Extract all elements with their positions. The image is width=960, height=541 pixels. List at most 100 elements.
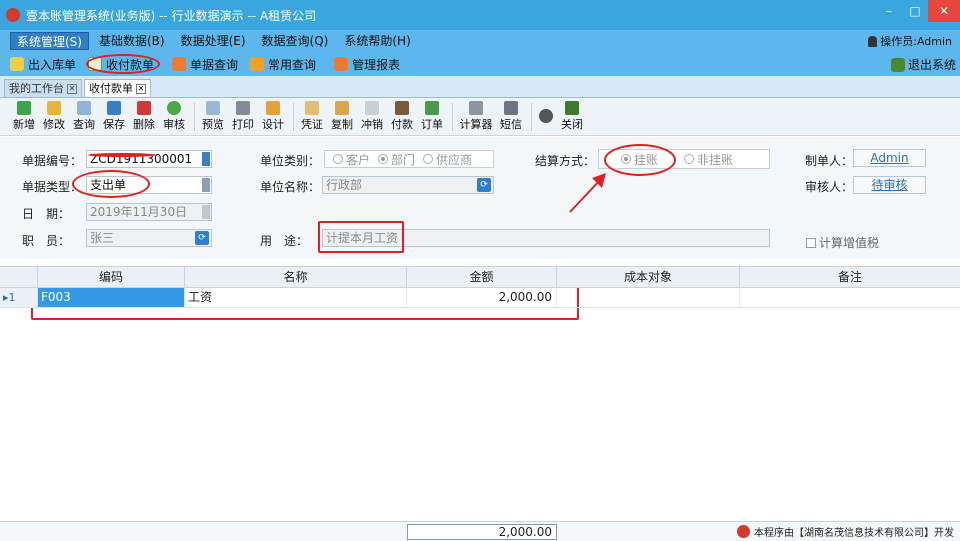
check-icon xyxy=(167,101,181,115)
audit-button[interactable]: 审核 xyxy=(160,101,188,132)
quick-payment-doc-label: 收付款单 xyxy=(106,57,155,72)
order-button[interactable]: 订单 xyxy=(418,101,446,132)
printer-icon xyxy=(236,101,250,115)
radio-customer[interactable]: 客户 xyxy=(333,151,370,168)
auditor-field[interactable]: 待审核 xyxy=(853,176,926,194)
menu-data-query[interactable]: 数据查询(Q) xyxy=(256,32,335,50)
radio-not-on-account-label: 非挂账 xyxy=(697,152,734,167)
maximize-button[interactable]: □ xyxy=(902,0,928,22)
title-bar: 壹本账管理系统(业务版) -- 行业数据演示 -- A租赁公司 – □ ✕ xyxy=(0,0,960,30)
print-button[interactable]: 打印 xyxy=(229,101,257,132)
menu-help[interactable]: 系统帮助(H) xyxy=(338,32,416,50)
document-form: 单据编号： ZCD1911300001 单据类型： 支出单 日 期： 2019年… xyxy=(0,137,960,259)
purpose-field[interactable]: 计提本月工资 xyxy=(322,229,770,247)
menu-data-processing[interactable]: 数据处理(E) xyxy=(175,32,252,50)
cell-amount[interactable]: 2,000.00 xyxy=(407,288,557,307)
stock-doc-icon xyxy=(10,57,24,71)
refresh-icon[interactable]: ⟳ xyxy=(195,231,209,245)
row-index: ▸1 xyxy=(0,288,38,307)
close-tab-icon[interactable]: ✕ xyxy=(67,83,77,94)
close-button[interactable]: ✕ xyxy=(928,0,960,22)
unit-type-radio-group: 客户 部门 供应商 xyxy=(324,150,494,168)
preview-button[interactable]: 预览 xyxy=(199,101,227,132)
toolbar-separator xyxy=(452,102,453,131)
order-icon xyxy=(425,101,439,115)
pay-icon xyxy=(395,101,409,115)
table-row[interactable]: ▸1 F003 工资 2,000.00 xyxy=(0,288,960,308)
quick-report[interactable]: 管理报表 xyxy=(332,56,402,73)
close-doc-button[interactable]: 关闭 xyxy=(558,101,586,132)
column-note[interactable]: 备注 xyxy=(740,267,960,288)
quick-stock-doc[interactable]: 出入库单 xyxy=(8,56,78,73)
copy-button[interactable]: 复制 xyxy=(328,101,356,132)
quick-bar: 出入库单 收付款单 单据查询 常用查询 管理报表 退出系统 xyxy=(0,52,960,76)
reverse-icon xyxy=(365,101,379,115)
save-icon xyxy=(107,101,121,115)
column-cost-object[interactable]: 成本对象 xyxy=(557,267,740,288)
calculator-button[interactable]: 计算器 xyxy=(457,101,495,132)
purpose-label: 用 途： xyxy=(260,234,309,248)
pay-button[interactable]: 付款 xyxy=(388,101,416,132)
new-button[interactable]: 新增 xyxy=(10,101,38,132)
quick-common-query[interactable]: 常用查询 xyxy=(248,56,318,73)
operator-text: 操作员:Admin xyxy=(880,35,952,48)
chevron-down-icon[interactable] xyxy=(202,178,210,192)
settle-radio-group: 挂账 非挂账 xyxy=(598,149,770,169)
radio-supplier[interactable]: 供应商 xyxy=(423,151,472,168)
column-code[interactable]: 编码 xyxy=(38,267,185,288)
radio-on-account[interactable]: 挂账 xyxy=(621,151,658,168)
preview-label: 预览 xyxy=(202,118,224,131)
reverse-button[interactable]: 冲销 xyxy=(358,101,386,132)
vat-checkbox[interactable]: 计算增值税 xyxy=(806,234,879,251)
cell-note[interactable] xyxy=(740,288,960,307)
column-name[interactable]: 名称 xyxy=(185,267,407,288)
doc-no-field[interactable]: ZCD1911300001 xyxy=(86,150,212,168)
delete-button[interactable]: 删除 xyxy=(130,101,158,132)
column-amount[interactable]: 金额 xyxy=(407,267,557,288)
voucher-button[interactable]: 凭证 xyxy=(298,101,326,132)
pencil-icon xyxy=(47,101,61,115)
menu-system[interactable]: 系统管理(S) xyxy=(10,32,89,50)
audit-label: 审核 xyxy=(163,118,185,131)
gear-icon xyxy=(539,109,553,123)
calendar-icon[interactable] xyxy=(202,205,210,219)
tab-workbench[interactable]: 我的工作台 ✕ xyxy=(4,79,82,97)
edit-button[interactable]: 修改 xyxy=(40,101,68,132)
grid-footer: 2,000.00 本程序由【湖南名茂信息技术有限公司】开发 xyxy=(0,521,960,541)
operator-label: 操作员:Admin xyxy=(868,33,952,49)
query-label: 查询 xyxy=(73,118,95,131)
chevron-down-icon[interactable] xyxy=(202,152,210,166)
cell-code[interactable]: F003 xyxy=(38,288,185,307)
unit-name-value: 行政部 xyxy=(326,178,363,192)
unit-name-field[interactable]: 行政部 ⟳ xyxy=(322,176,494,194)
save-button[interactable]: 保存 xyxy=(100,101,128,132)
sms-button[interactable]: 短信 xyxy=(497,101,525,132)
menu-base-data[interactable]: 基础数据(B) xyxy=(93,32,171,50)
staff-field[interactable]: 张三 ⟳ xyxy=(86,229,212,247)
date-label: 日 期： xyxy=(22,207,71,221)
delete-icon xyxy=(137,101,151,115)
quick-payment-doc[interactable]: 收付款单 xyxy=(86,56,156,73)
cell-name[interactable]: 工资 xyxy=(185,288,407,307)
company-logo-icon xyxy=(737,525,750,538)
radio-not-on-account[interactable]: 非挂账 xyxy=(684,151,733,168)
date-value: 2019年11月30日 xyxy=(90,205,188,219)
radio-department[interactable]: 部门 xyxy=(378,151,415,168)
tab-payment[interactable]: 收付款单 ✕ xyxy=(84,79,151,97)
toolbar-separator xyxy=(194,102,195,131)
query-button[interactable]: 查询 xyxy=(70,101,98,132)
doc-type-select[interactable]: 支出单 xyxy=(86,176,212,194)
options-button[interactable] xyxy=(536,109,556,124)
date-field[interactable]: 2019年11月30日 xyxy=(86,203,212,221)
exit-button[interactable]: 退出系统 xyxy=(890,56,956,73)
settle-label: 结算方式： xyxy=(535,154,596,168)
row-index-value: 1 xyxy=(8,291,16,304)
minimize-button[interactable]: – xyxy=(876,0,902,22)
quick-doc-query[interactable]: 单据查询 xyxy=(170,56,240,73)
refresh-icon[interactable]: ⟳ xyxy=(477,178,491,192)
close-tab-icon[interactable]: ✕ xyxy=(136,83,146,94)
row-indicator-header xyxy=(0,267,38,288)
maker-field[interactable]: Admin xyxy=(853,149,926,167)
cell-cost-object[interactable] xyxy=(557,288,740,307)
design-button[interactable]: 设计 xyxy=(259,101,287,132)
